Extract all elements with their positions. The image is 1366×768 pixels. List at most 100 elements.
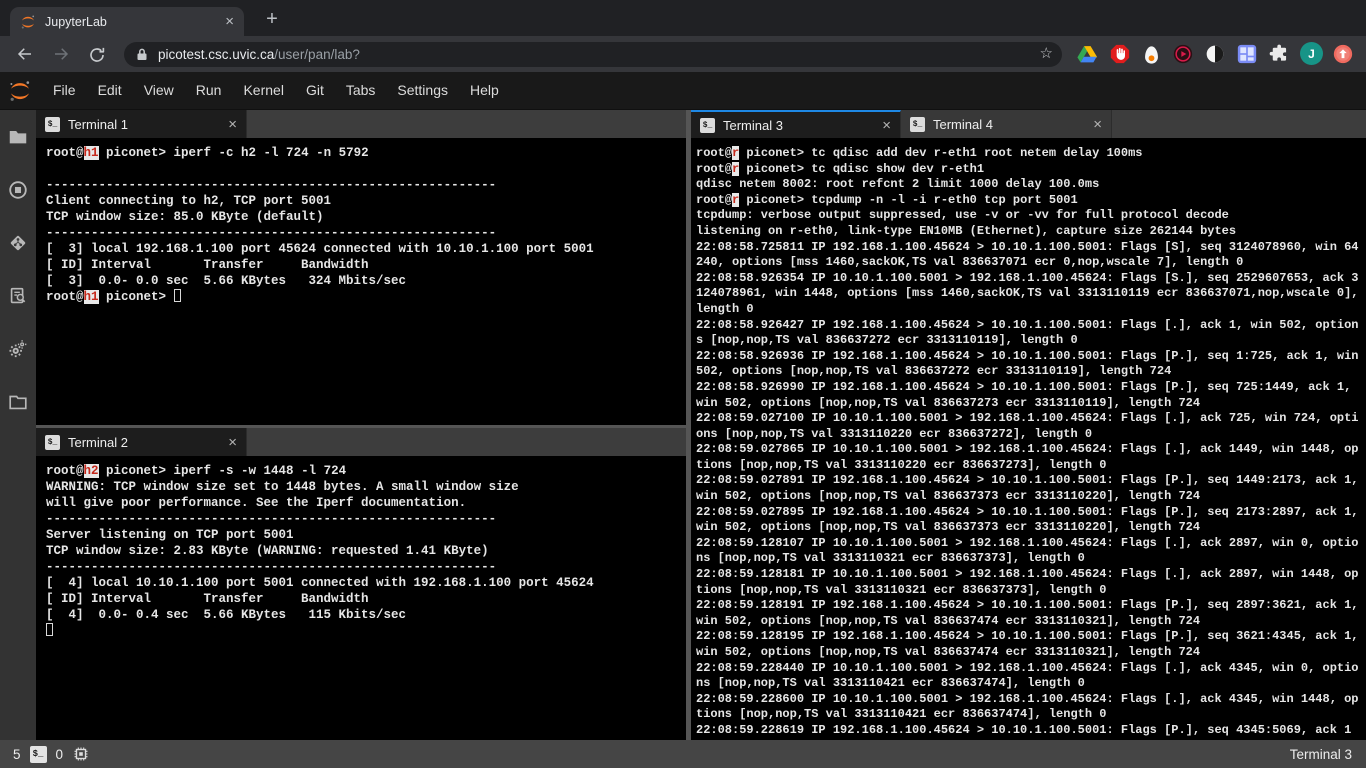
host-highlight: r xyxy=(732,193,739,207)
terminal-line: 22:08:59.027865 IP 10.10.1.100.5001 > 19… xyxy=(696,442,1360,473)
browser-tab[interactable]: JupyterLab × xyxy=(10,7,244,36)
terminal-line: 22:08:58.926990 IP 192.168.1.100.45624 >… xyxy=(696,380,1360,411)
browser-tab-title: JupyterLab xyxy=(45,15,225,29)
url-domain: picotest.csc.uvic.ca xyxy=(158,47,274,62)
extensions-puzzle-icon[interactable] xyxy=(1269,44,1289,64)
menu-tabs[interactable]: Tabs xyxy=(335,72,387,109)
menu-view[interactable]: View xyxy=(133,72,185,109)
active-widget-label: Terminal 3 xyxy=(1290,747,1352,762)
terminal-cursor xyxy=(46,623,53,636)
terminal-line: ----------------------------------------… xyxy=(46,225,682,241)
terminal-line: root@h2 piconet> iperf -s -w 1448 -l 724 xyxy=(46,463,682,479)
browser-toolbar: picotest.csc.uvic.ca/user/pan/lab? ☆ J xyxy=(0,36,1366,72)
menu-git[interactable]: Git xyxy=(295,72,335,109)
browser-update-icon[interactable] xyxy=(1333,44,1353,64)
terminal-line: [ 4] 0.0- 0.4 sec 5.66 KBytes 115 Kbits/… xyxy=(46,607,682,623)
file-browser-icon[interactable] xyxy=(0,110,36,163)
menu-run[interactable]: Run xyxy=(185,72,233,109)
new-tab-button[interactable]: + xyxy=(260,8,284,32)
menu-help[interactable]: Help xyxy=(459,72,510,109)
terminal-line: WARNING: TCP window size set to 1448 byt… xyxy=(46,479,682,495)
terminal-2-output[interactable]: root@h2 piconet> iperf -s -w 1448 -l 724… xyxy=(36,456,686,740)
ad-blocker-icon[interactable] xyxy=(1110,44,1130,64)
close-icon[interactable]: × xyxy=(1093,117,1102,132)
bookmark-star-icon[interactable]: ☆ xyxy=(1040,44,1053,62)
url-path: /user/pan/lab? xyxy=(274,47,360,62)
kernel-chip-icon xyxy=(72,745,90,763)
terminal-line xyxy=(46,161,682,177)
menu-settings[interactable]: Settings xyxy=(386,72,459,109)
terminal-icon: $_ xyxy=(30,746,47,763)
terminal-line: [ 3] 0.0- 0.0 sec 5.66 KBytes 324 Mbits/… xyxy=(46,273,682,289)
terminal-line: [ ID] Interval Transfer Bandwidth xyxy=(46,591,682,607)
running-sessions-icon[interactable] xyxy=(0,163,36,216)
tab-terminal-4[interactable]: $_ Terminal 4 × xyxy=(901,110,1112,138)
close-icon[interactable]: × xyxy=(228,435,237,450)
back-icon[interactable] xyxy=(16,45,34,63)
menu-kernel[interactable]: Kernel xyxy=(232,72,294,109)
host-highlight: r xyxy=(732,146,739,160)
close-icon[interactable]: × xyxy=(228,117,237,132)
lock-icon[interactable] xyxy=(136,48,148,61)
tab-terminal-1[interactable]: $_ Terminal 1 × xyxy=(36,110,247,138)
right-tabbar: $_ Terminal 3 × $_ Terminal 4 × xyxy=(691,110,1366,138)
menu-items: File Edit View Run Kernel Git Tabs Setti… xyxy=(42,72,510,109)
url-bar[interactable]: picotest.csc.uvic.ca/user/pan/lab? ☆ xyxy=(124,42,1062,67)
terminal-icon: $_ xyxy=(45,435,60,450)
status-bar: 5 $_ 0 Terminal 3 xyxy=(0,740,1366,768)
terminal-line: tcpdump: verbose output suppressed, use … xyxy=(696,208,1360,224)
tab-grid-icon[interactable] xyxy=(1237,44,1257,64)
forward-icon[interactable] xyxy=(52,45,70,63)
tab-label: Terminal 2 xyxy=(68,435,228,450)
terminal-1-tabbar: $_ Terminal 1 × xyxy=(36,110,686,138)
terminal-3-panel: $_ Terminal 3 × $_ Terminal 4 × root@r p… xyxy=(691,110,1366,740)
inspector-search-icon[interactable] xyxy=(0,269,36,322)
terminal-line: Client connecting to h2, TCP port 5001 xyxy=(46,193,682,209)
host-highlight: r xyxy=(732,162,739,176)
dark-reader-icon[interactable] xyxy=(1205,44,1225,64)
video-play-icon[interactable] xyxy=(1173,44,1193,64)
terminal-line: listening on r-eth0, link-type EN10MB (E… xyxy=(696,224,1360,240)
dock-panel: $_ Terminal 1 × root@h1 piconet> iperf -… xyxy=(0,110,1366,740)
settings-gears-icon[interactable] xyxy=(0,322,36,375)
git-icon[interactable] xyxy=(0,216,36,269)
menu-edit[interactable]: Edit xyxy=(87,72,133,109)
terminal-line: [ 4] local 10.10.1.100 port 5001 connect… xyxy=(46,575,682,591)
terminal-line: qdisc netem 8002: root refcnt 2 limit 10… xyxy=(696,177,1360,193)
kernel-count: 0 xyxy=(56,747,64,762)
terminal-line: 22:08:59.128191 IP 192.168.1.100.45624 >… xyxy=(696,598,1360,629)
tab-label: Terminal 3 xyxy=(723,118,882,133)
terminal-line: 22:08:58.926427 IP 192.168.1.100.45624 >… xyxy=(696,318,1360,349)
terminal-count: 5 xyxy=(13,747,21,762)
terminal-line: 22:08:59.027100 IP 10.10.1.100.5001 > 19… xyxy=(696,411,1360,442)
terminal-line: root@h1 piconet> iperf -c h2 -l 724 -n 5… xyxy=(46,145,682,161)
reload-icon[interactable] xyxy=(88,46,106,64)
terminal-1-output[interactable]: root@h1 piconet> iperf -c h2 -l 724 -n 5… xyxy=(36,138,686,425)
profile-avatar[interactable]: J xyxy=(1300,42,1323,65)
google-drive-icon[interactable] xyxy=(1077,44,1097,64)
terminal-line: root@r piconet> tc qdisc add dev r-eth1 … xyxy=(696,146,1360,162)
menu-file[interactable]: File xyxy=(42,72,87,109)
terminal-3-output[interactable]: root@r piconet> tc qdisc add dev r-eth1 … xyxy=(691,138,1366,740)
terminal-line: will give poor performance. See the Iper… xyxy=(46,495,682,511)
egg-icon[interactable] xyxy=(1144,45,1159,65)
terminal-line: 22:08:59.228440 IP 10.10.1.100.5001 > 19… xyxy=(696,661,1360,692)
url-text: picotest.csc.uvic.ca/user/pan/lab? xyxy=(158,47,360,62)
tab-label: Terminal 4 xyxy=(933,117,1093,132)
tab-terminal-3[interactable]: $_ Terminal 3 × xyxy=(691,110,901,138)
terminal-line: 22:08:58.926936 IP 192.168.1.100.45624 >… xyxy=(696,349,1360,380)
host-highlight: h1 xyxy=(84,146,99,160)
close-icon[interactable]: × xyxy=(882,118,891,133)
terminal-line: [ ID] Interval Transfer Bandwidth xyxy=(46,257,682,273)
terminal-2-panel: $_ Terminal 2 × root@h2 piconet> iperf -… xyxy=(36,428,686,740)
terminal-line: Server listening on TCP port 5001 xyxy=(46,527,682,543)
tab-close-icon[interactable]: × xyxy=(225,14,234,29)
running-sessions-status[interactable]: 5 $_ 0 xyxy=(13,745,99,763)
tab-terminal-2[interactable]: $_ Terminal 2 × xyxy=(36,428,247,456)
tab-label: Terminal 1 xyxy=(68,117,228,132)
workspace-folder-icon[interactable] xyxy=(0,375,36,428)
terminal-cursor xyxy=(174,289,181,302)
terminal-line: ----------------------------------------… xyxy=(46,177,682,193)
terminal-line: 22:08:59.228619 IP 192.168.1.100.45624 >… xyxy=(696,723,1360,739)
browser-tab-strip: JupyterLab × + xyxy=(0,0,1366,36)
